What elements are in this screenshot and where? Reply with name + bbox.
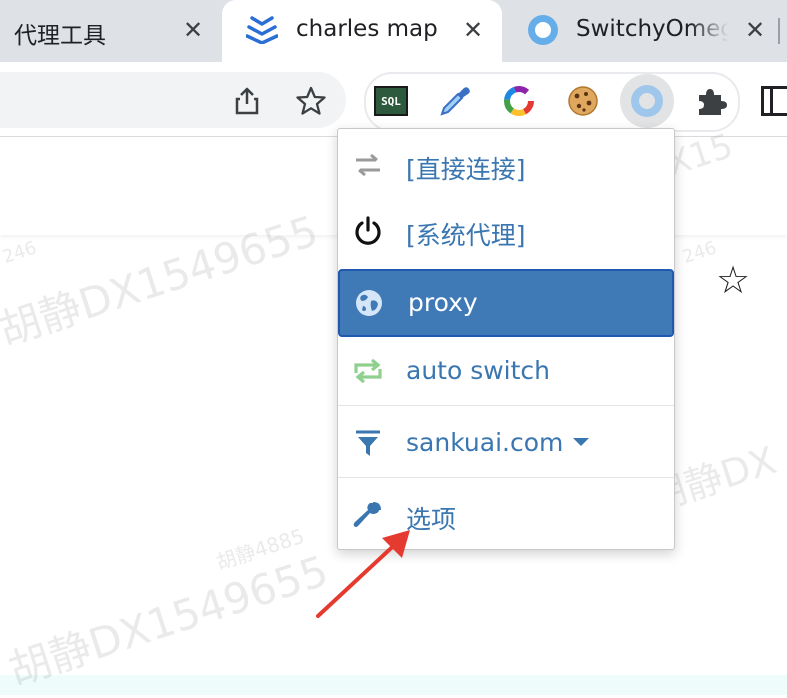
star-icon[interactable] — [296, 86, 326, 116]
tab-proxy-tools[interactable]: 代理工具 ✕ — [0, 0, 222, 62]
menu-item-label: sankuai.com — [406, 428, 590, 457]
omega-icon — [528, 15, 558, 45]
share-icon[interactable] — [232, 86, 262, 116]
annotation-arrow — [316, 530, 410, 618]
close-icon[interactable]: ✕ — [460, 17, 486, 43]
sql-icon[interactable]: SQL — [374, 86, 408, 116]
page-bottom-strip — [0, 675, 787, 695]
menu-item-text: sankuai.com — [406, 428, 564, 457]
menu-item-label: [直接连接] — [406, 155, 526, 184]
cookie-icon[interactable] — [566, 84, 600, 118]
switchyomega-popup: [直接连接] [系统代理] proxy auto switch sankuai.… — [337, 128, 675, 550]
tab-separator — [778, 18, 780, 44]
color-picker-icon[interactable] — [438, 84, 472, 118]
switchyomega-icon[interactable] — [620, 74, 674, 128]
tab-charles-map[interactable]: charles map ✕ — [222, 0, 502, 62]
menu-item-label: proxy — [408, 288, 478, 317]
direct-arrows-icon — [356, 153, 380, 177]
side-panel-icon[interactable] — [761, 86, 787, 116]
address-bar[interactable] — [0, 72, 346, 128]
menu-item-proxy[interactable]: proxy — [338, 269, 674, 337]
tab-title: 代理工具 — [14, 23, 106, 49]
menu-divider — [338, 477, 674, 478]
tab-strip: 代理工具 ✕ charles map ✕ SwitchyOmega ✕ — [0, 0, 787, 62]
caret-down-icon[interactable] — [573, 438, 590, 446]
menu-divider — [338, 405, 674, 406]
close-icon[interactable]: ✕ — [180, 17, 206, 43]
close-icon[interactable]: ✕ — [742, 17, 768, 43]
auto-switch-icon — [354, 358, 382, 384]
menu-item-auto-switch[interactable]: auto switch — [338, 337, 674, 403]
menu-item-system-proxy[interactable]: [系统代理] — [338, 197, 674, 263]
menu-item-direct[interactable]: [直接连接] — [338, 131, 674, 197]
tab-title: SwitchyOmega — [576, 16, 728, 42]
star-icon[interactable]: ☆ — [716, 261, 750, 301]
puzzle-icon[interactable] — [694, 84, 728, 118]
color-wheel-icon[interactable] — [502, 84, 536, 118]
power-icon — [355, 216, 381, 245]
browser-toolbar: SQL — [0, 62, 787, 136]
layers-icon — [246, 16, 278, 44]
menu-item-label: auto switch — [406, 356, 551, 385]
extensions-area — [364, 72, 740, 132]
filter-icon — [356, 430, 380, 456]
tab-switchyomega[interactable]: SwitchyOmega ✕ — [502, 0, 787, 62]
tab-title: charles map — [296, 16, 438, 42]
menu-item-label: [系统代理] — [406, 221, 526, 250]
menu-item-sankuai[interactable]: sankuai.com — [338, 409, 674, 475]
globe-icon — [356, 290, 382, 316]
